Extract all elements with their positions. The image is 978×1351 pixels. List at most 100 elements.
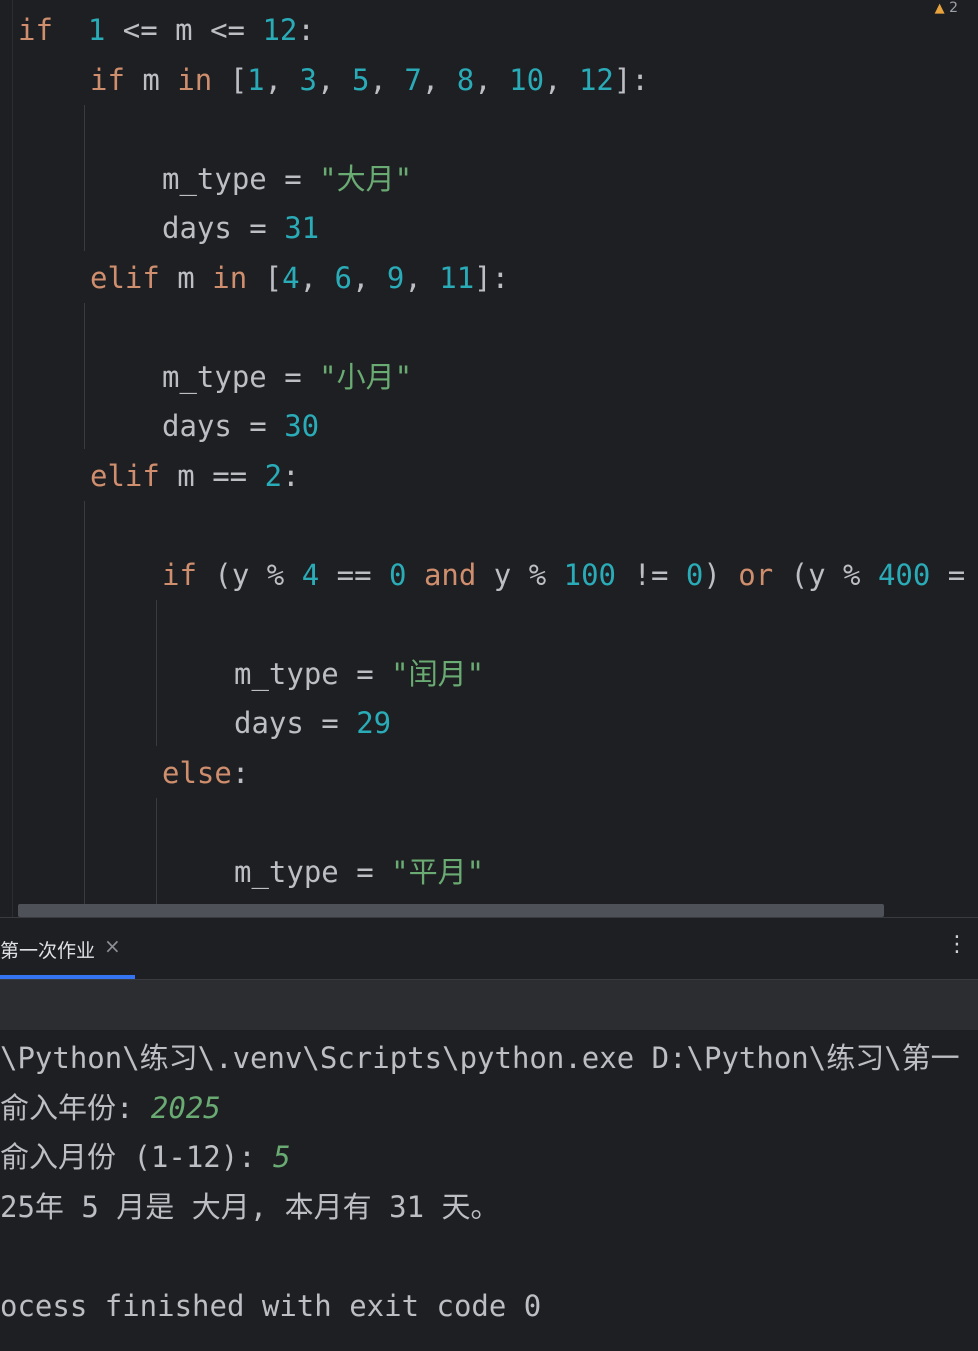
code-line[interactable]: days = 29 (234, 703, 391, 743)
code-token: 5 (351, 62, 370, 97)
code-line[interactable]: m_type = "平月" (234, 852, 484, 892)
code-token: 11 (439, 260, 475, 295)
more-options-icon[interactable]: ⋮ (946, 932, 968, 957)
code-token: : (297, 13, 315, 47)
console-line: ocess finished with exit code 0 (0, 1286, 541, 1326)
code-token: <= m <= (105, 13, 263, 47)
code-token: , (317, 62, 352, 97)
indent-guide (156, 798, 157, 917)
code-line[interactable]: m_type = "小月" (162, 357, 412, 397)
code-token: , (544, 62, 579, 97)
code-token: m == (159, 458, 265, 493)
code-token: : (282, 458, 300, 493)
code-token: 12 (262, 13, 298, 47)
code-token: 29 (356, 706, 392, 740)
code-line[interactable]: if 1 <= m <= 12: (18, 10, 315, 50)
code-line[interactable]: m_type = "闰月" (234, 654, 484, 694)
code-token: 4 (301, 557, 320, 592)
code-token: 6 (334, 260, 352, 295)
code-token: [ (247, 260, 283, 295)
code-token: (y % (773, 557, 878, 592)
code-token: 100 (563, 557, 617, 592)
code-token: in (212, 260, 248, 295)
close-icon[interactable]: × (104, 934, 121, 958)
console-line: 俞入月份 (1-12): 5 (0, 1137, 291, 1177)
code-token: 1 (247, 62, 265, 97)
code-token: , (474, 62, 510, 97)
code-token: 12 (578, 62, 614, 97)
code-token: 8 (456, 62, 475, 97)
console-text: 俞入月份 (1-12): (0, 1140, 274, 1174)
code-token: m_type = (162, 359, 320, 394)
code-line[interactable]: days = 31 (162, 208, 319, 248)
code-line[interactable]: elif m in [4, 6, 9, 11]: (90, 258, 509, 298)
gutter-divider (12, 0, 13, 917)
code-token: , (421, 62, 457, 97)
code-token: (y % (196, 557, 302, 592)
code-token: if (18, 13, 53, 47)
code-token: ) (703, 557, 739, 592)
inspection-widget[interactable]: ▲ 2 (935, 0, 958, 16)
code-token: 3 (299, 62, 318, 97)
tab-label: 第一次作业 (0, 940, 96, 962)
code-token: 2 (264, 458, 283, 493)
code-token: "小月" (319, 359, 413, 394)
code-token: m (159, 260, 213, 295)
code-token: , (264, 62, 300, 97)
console-user-input: 2025 (150, 1090, 221, 1125)
code-token: or (738, 557, 774, 592)
code-token: , (369, 62, 405, 97)
code-token: y % (476, 557, 564, 592)
code-token: in (177, 62, 213, 97)
code-token: "平月" (391, 854, 485, 889)
code-token: ]: (613, 62, 649, 97)
code-line[interactable]: m_type = "大月" (162, 159, 412, 199)
code-line[interactable]: elif m == 2: (90, 456, 300, 496)
code-token: m (124, 62, 178, 97)
horizontal-scrollbar[interactable] (18, 904, 884, 917)
code-token: days = (162, 211, 285, 245)
code-token: 30 (284, 409, 320, 443)
code-token: , (404, 260, 440, 295)
code-token: else (162, 755, 232, 790)
code-token: 0 (389, 557, 407, 592)
code-token: 4 (282, 260, 300, 295)
warning-icon: ▲ (934, 1, 945, 16)
indent-guide (84, 303, 85, 449)
code-token: != (616, 557, 686, 592)
code-token: if (162, 557, 197, 592)
console-text: ocess finished with exit code 0 (0, 1288, 542, 1323)
code-token: == (319, 557, 389, 592)
code-token: 1 (87, 13, 106, 47)
code-line[interactable]: if (y % 4 == 0 and y % 100 != 0) or (y %… (162, 555, 965, 595)
code-token: if (90, 62, 125, 97)
code-token: = (930, 557, 966, 592)
console-text: 俞入年份: (0, 1090, 151, 1125)
code-token: 31 (284, 211, 320, 245)
indent-guide (84, 501, 85, 917)
code-line[interactable]: if m in [1, 3, 5, 7, 8, 10, 12]: (90, 60, 649, 100)
code-token: m_type = (234, 854, 392, 889)
code-token: elif (90, 260, 160, 295)
code-line[interactable]: else: (162, 753, 249, 793)
console-line: \Python\练习\.venv\Scripts\python.exe D:\P… (0, 1038, 960, 1078)
console-line: 25年 5 月是 大月, 本月有 31 天。 (0, 1187, 500, 1227)
console-user-input: 5 (273, 1140, 291, 1174)
code-token: "闰月" (391, 656, 485, 691)
code-line[interactable]: days = 30 (162, 406, 319, 446)
code-token: ]: (474, 260, 510, 295)
code-token: and (423, 557, 477, 592)
console-toolbar (0, 980, 978, 1030)
code-token: m_type = (162, 161, 320, 196)
code-token: : (231, 755, 250, 790)
code-token: 10 (509, 62, 545, 97)
code-token: , (351, 260, 387, 295)
code-editor[interactable]: if 1 <= m <= 12: if m in [1, 3, 5, 7, 8, … (0, 0, 978, 917)
code-token: elif (90, 458, 160, 493)
code-token: m_type = (234, 656, 392, 691)
tab-run-config[interactable]: 第一次作业 × (0, 918, 135, 980)
code-token: [ (212, 62, 248, 97)
console-line: 俞入年份: 2025 (0, 1088, 221, 1128)
